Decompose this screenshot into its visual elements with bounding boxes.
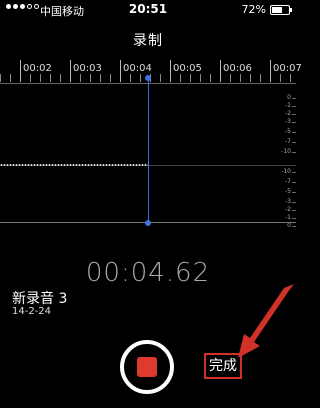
timeline-minor-tick [260, 74, 261, 82]
db-scale-tick [292, 218, 296, 219]
timeline-minor-tick [10, 74, 11, 82]
annotation-arrow-icon [238, 284, 294, 358]
recording-name[interactable]: 新录音 3 [12, 288, 67, 308]
recording-date: 14-2-24 [12, 306, 52, 317]
timeline-minor-tick [110, 74, 111, 82]
status-bar: 中国移动 20:51 72% [0, 0, 296, 20]
timeline-minor-tick [200, 74, 201, 82]
db-scale-label: -7 [285, 178, 291, 185]
timeline-minor-tick [90, 74, 91, 82]
timeline-major-tick [20, 60, 21, 82]
timeline-tick-label: 00:07 [273, 63, 302, 74]
timeline-tick-label: 00:06 [223, 63, 252, 74]
db-scale-label: -3 [285, 198, 291, 205]
timeline-minor-tick [290, 74, 291, 82]
timeline-minor-tick [140, 74, 141, 82]
db-scale-label: -7 [285, 138, 291, 145]
timeline-minor-tick [80, 74, 81, 82]
db-scale-label: -2 [285, 110, 291, 117]
timeline-minor-tick [240, 74, 241, 82]
db-scale-label: -10 [281, 148, 291, 155]
db-scale-tick [292, 98, 296, 99]
timeline-minor-tick [230, 74, 231, 82]
db-scale-label: -1 [285, 214, 291, 221]
timeline-minor-tick [100, 74, 101, 82]
db-scale-tick [292, 106, 296, 107]
waveform [0, 164, 148, 166]
db-scale-label: 0 [287, 222, 291, 229]
playhead[interactable] [148, 78, 149, 226]
db-scale-tick [292, 192, 296, 193]
db-scale-label: -1 [285, 102, 291, 109]
db-scale-tick [292, 172, 296, 173]
timeline-minor-tick [190, 74, 191, 82]
timeline-minor-tick [50, 74, 51, 82]
db-scale-label: -10 [281, 168, 291, 175]
timeline-minor-tick [130, 74, 131, 82]
db-scale-tick [292, 182, 296, 183]
page-title: 录制 [133, 33, 163, 49]
timeline-major-tick [220, 60, 221, 82]
db-scale-tick [292, 226, 296, 227]
db-scale-tick [292, 122, 296, 123]
playhead-bottom-handle[interactable] [145, 220, 151, 226]
timeline-major-tick [170, 60, 171, 82]
db-scale-label: -3 [285, 118, 291, 125]
timeline-minor-tick [160, 74, 161, 82]
playhead-top-handle[interactable] [145, 75, 151, 81]
db-scale-label: -5 [285, 128, 291, 135]
db-scale-tick [292, 210, 296, 211]
timeline-tick-label: 00:02 [23, 63, 52, 74]
db-scale-label: 0 [287, 94, 291, 101]
timeline-minor-tick [250, 74, 251, 82]
timeline-minor-tick [40, 74, 41, 82]
timeline-minor-tick [180, 74, 181, 82]
timeline-minor-tick [60, 74, 61, 82]
timeline-minor-tick [210, 74, 211, 82]
db-scale-label: -5 [285, 188, 291, 195]
timeline-major-tick [70, 60, 71, 82]
timeline-major-tick [270, 60, 271, 82]
db-scale-tick [292, 114, 296, 115]
timeline-tick-label: 00:05 [173, 63, 202, 74]
timeline-tick-label: 00:03 [73, 63, 102, 74]
timeline-minor-tick [280, 74, 281, 82]
db-scale-label: -2 [285, 206, 291, 213]
battery-percent: 72% [241, 3, 266, 16]
stop-record-button[interactable] [120, 340, 174, 394]
db-scale-tick [292, 142, 296, 143]
stop-icon [137, 357, 157, 377]
timeline-minor-tick [0, 74, 1, 82]
battery-icon [270, 5, 292, 15]
db-scale-tick [292, 132, 296, 133]
db-scale-tick [292, 202, 296, 203]
db-scale-tick [292, 152, 296, 153]
timeline-tick-label: 00:04 [123, 63, 152, 74]
timeline-minor-tick [30, 74, 31, 82]
timeline-major-tick [120, 60, 121, 82]
